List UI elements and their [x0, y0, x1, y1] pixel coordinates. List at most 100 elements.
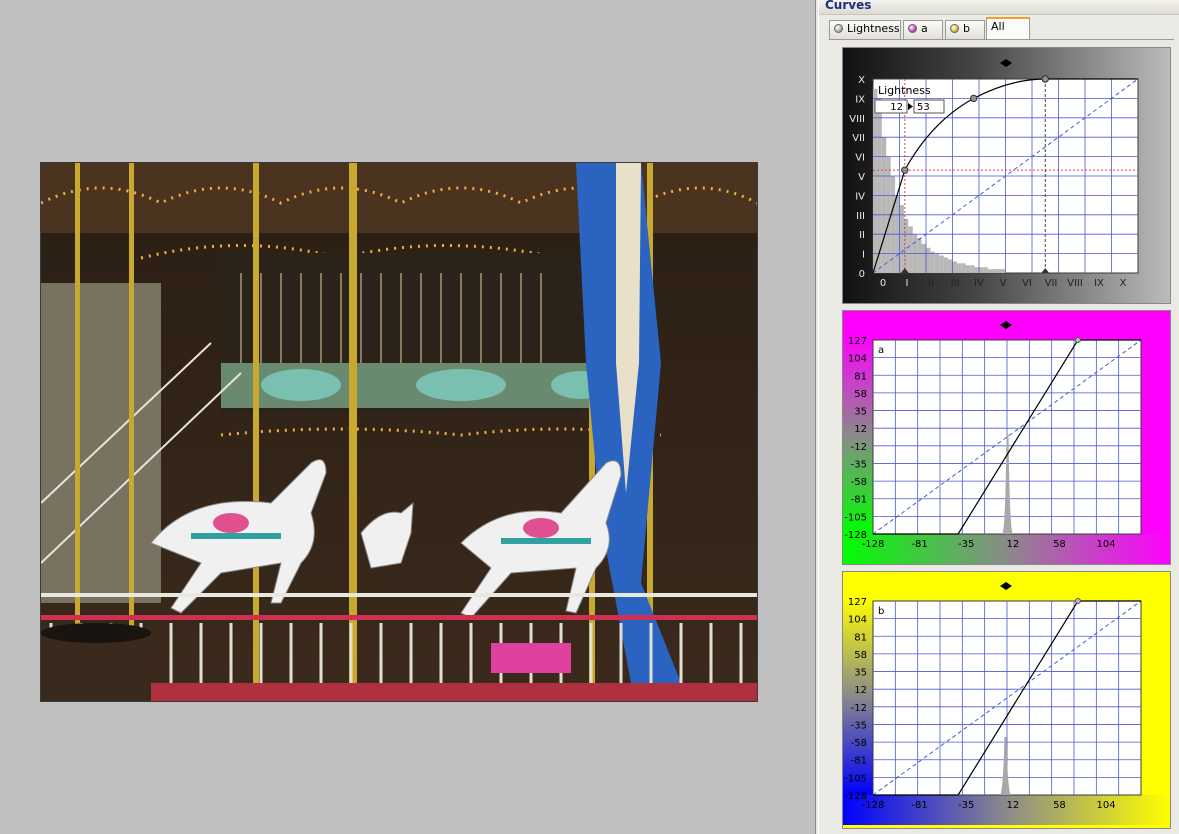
y-tick-label: III: [856, 211, 865, 222]
x-tick-label: VI: [1022, 278, 1032, 289]
gray-sphere-icon: [834, 24, 843, 33]
histogram-bar: [908, 226, 913, 273]
resize-arrow-icon: [1000, 321, 1012, 329]
histogram-bar: [948, 259, 953, 273]
y-tick-label: -58: [851, 738, 867, 749]
magenta-green-sphere-icon: [908, 24, 917, 33]
y-tick-label: -35: [851, 720, 867, 731]
curve-control-point: [970, 94, 978, 103]
tab-all[interactable]: All: [986, 17, 1030, 40]
channel-label: a: [878, 345, 884, 356]
resize-arrow-icon: [1000, 59, 1012, 67]
y-tick-label: -81: [851, 495, 867, 506]
y-tick-label: X: [858, 75, 865, 86]
x-tick-label: -128: [862, 800, 885, 811]
x-tick-label: -81: [911, 800, 927, 811]
tab-b[interactable]: b: [945, 20, 985, 39]
x-tick-label: 12: [1006, 539, 1019, 550]
histogram-bar: [979, 267, 984, 273]
histogram-bar: [930, 251, 935, 273]
tab-label: b: [963, 22, 970, 35]
curve-control-point: [1074, 337, 1081, 343]
x-tick-label: III: [951, 278, 960, 289]
x-tick-label: IX: [1094, 278, 1104, 289]
histogram-bar: [952, 261, 957, 273]
panel-title: Curves: [825, 0, 872, 12]
a-curve-graph[interactable]: a12710481583512-12-35-58-81-105-128-128-…: [843, 311, 1170, 564]
x-tick-label: 104: [1096, 800, 1115, 811]
histogram-bar: [956, 263, 962, 273]
y-tick-label: V: [858, 172, 865, 183]
y-tick-label: 104: [848, 354, 867, 365]
histogram-bar: [987, 269, 993, 273]
curve-control-point: [1074, 598, 1081, 604]
y-tick-label: 35: [854, 407, 867, 418]
image-canvas[interactable]: [0, 0, 815, 834]
y-tick-label: -12: [851, 703, 867, 714]
y-tick-label: 81: [854, 371, 867, 382]
lightness-curve-graph[interactable]: Lightness12 53XIXVIIIVIIVIVIVIIIIII00 I II I…: [843, 48, 1170, 303]
histogram-bar: [943, 257, 949, 273]
y-tick-label: I: [862, 250, 865, 261]
x-tick-label: IV: [974, 278, 984, 289]
histogram-bar: [881, 137, 887, 273]
x-tick-label: 0: [880, 278, 886, 289]
output-value: 53: [917, 102, 930, 113]
a-curve-editor[interactable]: a 127 104 81 58 35 12 -12 -35 -58 -81 -105 -128 -128-…: [842, 310, 1171, 565]
x-tick-label: -35: [958, 539, 974, 550]
histogram-bar: [974, 267, 979, 273]
y-tick-label: -58: [851, 477, 867, 488]
yellow-blue-sphere-icon: [950, 24, 959, 33]
resize-arrow-icon: [1000, 582, 1012, 590]
b-curve-graph[interactable]: b12710481583512-12-35-58-81-105-128-128-…: [843, 572, 1170, 828]
y-tick-label: IX: [855, 94, 865, 105]
histogram-bar: [970, 265, 975, 273]
histogram-bar: [917, 238, 922, 273]
tab-label: All: [991, 20, 1005, 33]
curve-control-point: [1041, 75, 1049, 83]
x-tick-label: II: [928, 278, 934, 289]
y-tick-label: -105: [844, 512, 867, 523]
tab-label: Lightness: [847, 22, 900, 35]
curves-panel: Curves Lightness a b All Lightness 12 53 X I…: [819, 0, 1179, 834]
y-tick-label: -105: [844, 773, 867, 784]
y-tick-label: 58: [854, 650, 867, 661]
channel-label: b: [878, 606, 884, 617]
curve-control-point: [901, 166, 909, 174]
histogram-bar: [992, 269, 997, 273]
x-tick-label: 12: [1006, 800, 1019, 811]
b-curve-editor[interactable]: b 127 104 81 58 35 12 -12 -35 -58 -81 -105 -128 -128-…: [842, 571, 1171, 829]
x-tick-label: -35: [958, 800, 974, 811]
channel-label: Lightness: [878, 84, 931, 97]
x-tick-label: I: [906, 278, 909, 289]
y-tick-label: 127: [848, 336, 867, 347]
x-tick-label: -81: [911, 539, 927, 550]
y-tick-label: 104: [848, 615, 867, 626]
histogram-bar: [873, 88, 878, 273]
x-tick-label: V: [1000, 278, 1007, 289]
tab-lightness[interactable]: Lightness: [829, 20, 901, 39]
y-tick-label: VIII: [849, 114, 865, 125]
x-tick-label: 58: [1053, 800, 1066, 811]
tab-label: a: [921, 22, 928, 35]
y-tick-label: VII: [852, 133, 865, 144]
tab-a[interactable]: a: [903, 20, 943, 39]
y-tick-label: VI: [855, 153, 865, 164]
x-tick-label: -128: [862, 539, 885, 550]
lightness-curve-editor[interactable]: Lightness 12 53 X IX VIII VII VI V IV III II I 0 0 I II I…: [842, 47, 1171, 304]
y-tick-label: -12: [851, 442, 867, 453]
histogram-bar: [983, 267, 988, 273]
y-tick-label: -81: [851, 756, 867, 767]
y-tick-label: 81: [854, 632, 867, 643]
histogram-bar: [996, 269, 1002, 273]
y-tick-label: IV: [855, 191, 865, 202]
histogram-bar: [939, 255, 944, 273]
histogram-bar: [965, 265, 971, 273]
carousel-photo[interactable]: [40, 162, 758, 702]
y-tick-label: 35: [854, 668, 867, 679]
histogram-bar: [961, 263, 966, 273]
y-tick-label: 127: [848, 597, 867, 608]
histogram-bar: [934, 253, 940, 273]
y-tick-label: 0: [859, 269, 865, 280]
input-value: 12: [890, 102, 903, 113]
